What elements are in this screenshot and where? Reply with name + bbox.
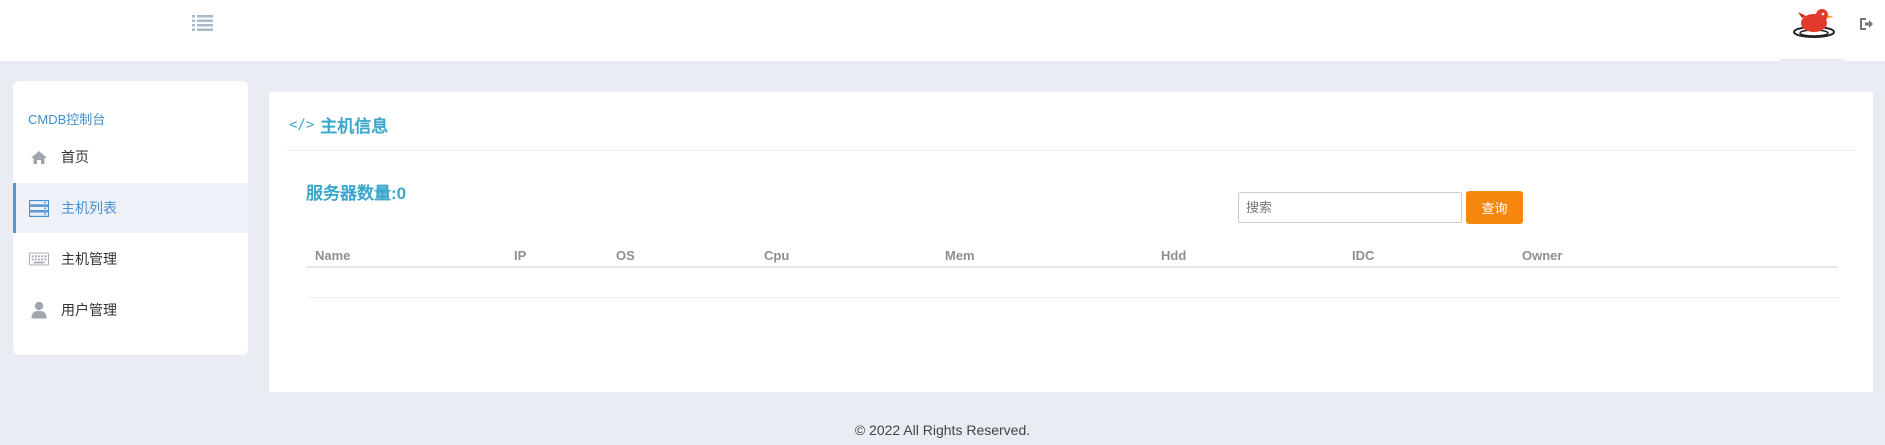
bird-avatar-icon[interactable] <box>1792 6 1836 42</box>
table-bottom-divider <box>307 297 1840 298</box>
sidebar-item-host-list[interactable]: 主机列表 <box>13 183 248 233</box>
sidebar-item-label: 主机管理 <box>61 251 117 267</box>
column-header-mem: Mem <box>945 248 975 263</box>
search-button[interactable]: 查询 <box>1466 191 1523 224</box>
sidebar-item-host-management[interactable]: 主机管理 <box>13 234 248 284</box>
keyboard-icon <box>29 250 49 268</box>
column-header-name: Name <box>315 248 351 263</box>
search-input[interactable] <box>1238 192 1462 223</box>
user-icon <box>29 301 49 319</box>
panel-divider <box>287 150 1855 151</box>
table-header: Name IP OS Cpu Mem Hdd IDC Owner <box>307 242 1837 268</box>
code-icon: </> <box>289 116 315 133</box>
sidebar-item-label: 首页 <box>61 149 89 165</box>
server-count: 服务器数量:0 <box>306 184 407 203</box>
column-header-owner: Owner <box>1522 248 1563 263</box>
column-header-cpu: Cpu <box>764 248 790 263</box>
column-header-os: OS <box>616 248 635 263</box>
home-icon <box>29 148 49 166</box>
top-header <box>0 0 1885 61</box>
sidebar-item-label: 用户管理 <box>61 302 117 318</box>
main-panel: </> 主机信息 服务器数量:0 查询 Name IP OS Cpu Mem H… <box>269 92 1873 392</box>
page-title: 主机信息 <box>320 117 389 136</box>
column-header-hdd: Hdd <box>1161 248 1187 263</box>
column-header-ip: IP <box>514 248 527 263</box>
sidebar-item-label: 主机列表 <box>61 200 117 216</box>
column-header-idc: IDC <box>1352 248 1375 263</box>
sidebar-item-user-management[interactable]: 用户管理 <box>13 285 248 335</box>
sidebar-item-home[interactable]: 首页 <box>13 132 248 182</box>
sidebar: CMDB控制台 首页 主机列表 主机管理 用户管理 <box>13 81 248 355</box>
header-divider <box>1780 59 1845 61</box>
sidebar-title: CMDB控制台 <box>28 112 106 127</box>
sign-out-icon[interactable] <box>1858 16 1874 32</box>
server-icon <box>29 199 49 217</box>
footer-copyright: © 2022 All Rights Reserved. <box>854 422 1031 438</box>
panel-header: </> 主机信息 <box>289 112 388 137</box>
list-icon[interactable] <box>192 14 214 32</box>
